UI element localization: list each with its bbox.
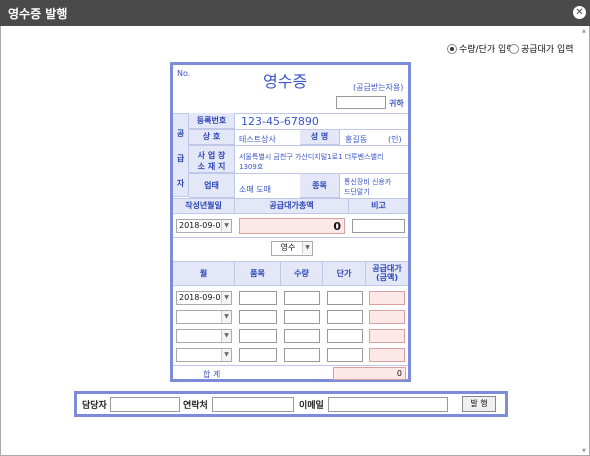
chevron-down-icon: ▼ bbox=[221, 220, 231, 232]
col-price-header: 단가 bbox=[323, 262, 366, 286]
supplier-vertical-header: 공 급 자 bbox=[173, 113, 189, 197]
mode-option-supply-label: 공급대가 입력 bbox=[521, 45, 574, 55]
company-value: 테스트상사 bbox=[239, 135, 276, 144]
reg-value: 123-45-67890 bbox=[241, 115, 319, 128]
total-header: 공급대가총액 bbox=[235, 199, 349, 214]
total-amount-input[interactable]: 0 bbox=[239, 218, 345, 234]
receipt-no-label: No. bbox=[177, 69, 191, 78]
col-item-header: 품목 bbox=[235, 262, 281, 286]
company-label: 상 호 bbox=[189, 130, 235, 145]
address-value-line1: 서울특별시 금천구 가산디지털1로1 더루벤스밸리 bbox=[239, 153, 384, 161]
col-qty-header: 수량 bbox=[281, 262, 323, 286]
row-date-select[interactable]: 2018-09-06 ▼ bbox=[176, 291, 232, 305]
receipt-title: 영수증 bbox=[263, 72, 308, 91]
recipient-input[interactable] bbox=[336, 96, 386, 109]
bizitem-value-line1: 통신장비 신용카 bbox=[344, 178, 392, 186]
row-supply-input[interactable] bbox=[369, 291, 405, 305]
window-titlebar: 영수증 발행 ✕ bbox=[0, 0, 590, 26]
sum-amount-value: 0 bbox=[396, 369, 402, 378]
bizitem-label: 종목 bbox=[300, 174, 340, 198]
radio-supply[interactable] bbox=[509, 44, 519, 54]
supplier-char-2: 급 bbox=[176, 154, 185, 163]
row-supply-input[interactable] bbox=[369, 310, 405, 324]
recipient-suffix: 귀하 bbox=[389, 99, 404, 108]
row-qty-input[interactable] bbox=[284, 310, 320, 324]
scrollbar[interactable]: ▲ ▼ bbox=[582, 28, 588, 454]
name-label: 성 명 bbox=[300, 130, 340, 145]
chevron-down-icon: ▼ bbox=[221, 311, 231, 323]
row-item-input[interactable] bbox=[239, 291, 277, 305]
email-input[interactable] bbox=[328, 397, 448, 412]
issue-date-value: 2018-09-06 bbox=[179, 221, 226, 230]
supplier-char-1: 공 bbox=[176, 129, 185, 138]
issuer-panel: 담당자 연락처 이메일 발 행 bbox=[74, 391, 508, 417]
col-supply-line1: 공급대가 bbox=[372, 264, 402, 273]
receipt-type-value: 영수 bbox=[280, 243, 296, 252]
mode-option-quantity-label: 수량/단가 입력 bbox=[459, 45, 515, 55]
manager-label: 담당자 bbox=[82, 401, 107, 411]
scroll-up-icon[interactable]: ▲ bbox=[582, 28, 586, 34]
date-header: 작성년월일 bbox=[173, 199, 235, 214]
row-qty-input[interactable] bbox=[284, 348, 320, 362]
row-price-input[interactable] bbox=[327, 348, 363, 362]
row-item-input[interactable] bbox=[239, 310, 277, 324]
address-label-line2: 소 재 지 bbox=[197, 162, 226, 171]
sum-label: 합 계 bbox=[203, 370, 221, 379]
radio-quantity[interactable] bbox=[447, 44, 457, 54]
bizitem-value-line2: 드단말기 bbox=[344, 188, 370, 196]
note-input[interactable] bbox=[352, 219, 405, 233]
biztype-value: 소매 도매 bbox=[239, 185, 271, 194]
row-price-input[interactable] bbox=[327, 291, 363, 305]
chevron-down-icon: ▼ bbox=[221, 330, 231, 342]
row-date-value: 2018-09-06 bbox=[179, 293, 226, 302]
address-value-line2: 1309호 bbox=[239, 163, 264, 171]
supplier-char-3: 자 bbox=[176, 179, 185, 188]
window-title: 영수증 발행 bbox=[8, 7, 68, 21]
row-date-select[interactable]: ▼ bbox=[176, 348, 232, 362]
scroll-down-icon[interactable]: ▼ bbox=[582, 448, 586, 454]
mode-option-supply[interactable]: 공급대가 입력 bbox=[509, 42, 574, 55]
name-value: 홍길동 bbox=[345, 135, 368, 144]
receipt-form: No. 영수증 (공급받는자용) 귀하 공 급 자 등록번호 123-45-67… bbox=[170, 62, 411, 382]
row-price-input[interactable] bbox=[327, 310, 363, 324]
receipt-subtitle: (공급받는자용) bbox=[353, 83, 404, 92]
row-qty-input[interactable] bbox=[284, 291, 320, 305]
contact-input[interactable] bbox=[212, 397, 294, 412]
sum-amount-input[interactable]: 0 bbox=[333, 367, 406, 380]
issue-date-select[interactable]: 2018-09-06 ▼ bbox=[176, 219, 232, 233]
row-price-input[interactable] bbox=[327, 329, 363, 343]
seal-mark: (인) bbox=[388, 135, 402, 144]
chevron-down-icon: ▼ bbox=[221, 292, 231, 304]
chevron-down-icon: ▼ bbox=[302, 242, 312, 254]
reg-label: 등록번호 bbox=[189, 113, 235, 129]
address-label-line1: 사 업 장 bbox=[197, 151, 226, 160]
row-qty-input[interactable] bbox=[284, 329, 320, 343]
contact-label: 연락처 bbox=[183, 401, 208, 411]
manager-input[interactable] bbox=[110, 397, 180, 412]
col-supply-header: 공급대가 (금액) bbox=[366, 262, 408, 286]
row-supply-input[interactable] bbox=[369, 329, 405, 343]
address-label: 사 업 장 소 재 지 bbox=[189, 146, 235, 173]
close-icon[interactable]: ✕ bbox=[573, 6, 586, 19]
row-date-select[interactable]: ▼ bbox=[176, 310, 232, 324]
col-date-header: 월 bbox=[173, 262, 235, 286]
col-supply-line2: (금액) bbox=[375, 273, 399, 282]
issue-button[interactable]: 발 행 bbox=[462, 396, 496, 412]
mode-option-quantity[interactable]: 수량/단가 입력 bbox=[447, 42, 515, 55]
row-date-select[interactable]: ▼ bbox=[176, 329, 232, 343]
note-header: 비고 bbox=[349, 199, 408, 214]
row-item-input[interactable] bbox=[239, 329, 277, 343]
row-item-input[interactable] bbox=[239, 348, 277, 362]
total-amount-value: 0 bbox=[333, 220, 341, 233]
row-supply-input[interactable] bbox=[369, 348, 405, 362]
receipt-type-select[interactable]: 영수 ▼ bbox=[271, 241, 313, 256]
email-label: 이메일 bbox=[299, 401, 324, 411]
chevron-down-icon: ▼ bbox=[221, 349, 231, 361]
biztype-label: 업태 bbox=[189, 174, 235, 198]
